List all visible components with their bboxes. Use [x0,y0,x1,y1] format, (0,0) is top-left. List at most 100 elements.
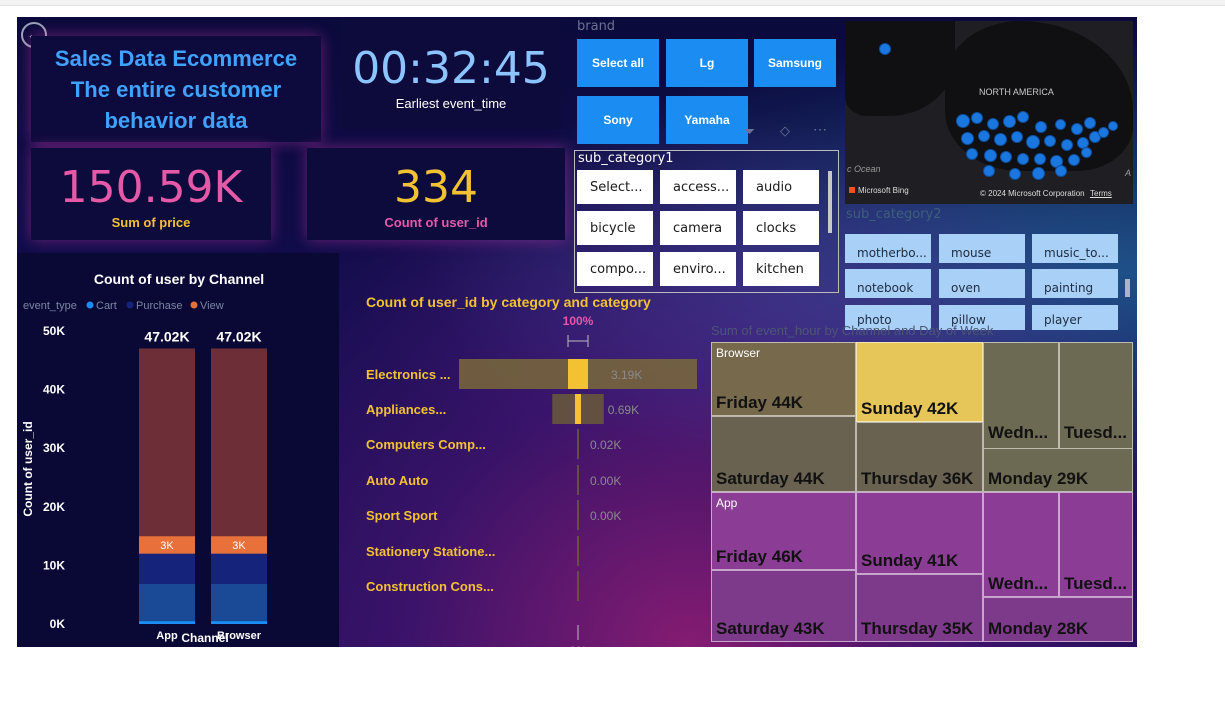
funnel-highlight [575,394,581,424]
map-location-dot[interactable] [1011,131,1023,143]
funnel-value-label: 0.02K [590,438,621,452]
report-title: Sales Data Ecommerce The entire customer… [54,45,298,133]
report-canvas: ← Sales Data Ecommerce The entire custom… [17,17,1137,647]
filter-icon[interactable]: ⏷ [744,123,755,140]
map-location-dot[interactable] [1002,114,1016,128]
funnel-chart[interactable]: 100% Electronics ... 3.19K Appliances... 0.6… [357,312,717,647]
funnel-bar [577,429,579,459]
map-location-dot[interactable] [971,112,983,124]
view-data-label: 3K [232,540,246,552]
sub1-scrollbar[interactable] [828,171,832,233]
sub1-item[interactable]: Select... [577,170,653,204]
funnel-category-label: Sport Sport [366,508,438,523]
sub2-item[interactable]: mouse [939,234,1025,263]
sub2-item[interactable]: painting [1032,269,1118,298]
browser-top-bar [0,0,1225,6]
map-location-dot[interactable] [879,43,891,55]
sub1-item[interactable]: enviro... [660,252,736,286]
map-location-dot[interactable] [978,130,990,142]
map-location-dot[interactable] [1017,153,1029,165]
sub1-item[interactable]: audio [743,170,819,204]
funnel-category-label: Auto Auto [366,473,428,488]
map-location-dot[interactable] [1068,154,1080,166]
treemap-cell[interactable]: Wedn... [983,492,1059,597]
map-location-dot[interactable] [1000,151,1012,163]
map-location-dot[interactable] [983,165,995,177]
treemap-visual[interactable]: Browser Friday 44K Sunday 42K Wedn... Tu… [711,342,1133,642]
sub1-item[interactable]: clocks [743,211,819,245]
map-location-dot[interactable] [1034,153,1046,165]
map-location-dot[interactable] [1026,135,1040,149]
treemap-cell[interactable]: Tuesd... [1059,492,1133,597]
map-location-dot[interactable] [1071,123,1083,135]
treemap-cell[interactable]: Sunday 41K [856,492,983,574]
brand-yamaha-button[interactable]: Yamaha [666,96,748,144]
funnel-category-label: Construction Cons... [366,579,494,594]
funnel-category-label: Appliances... [366,402,446,417]
sub2-item[interactable]: notebook [845,269,931,298]
map-location-dot[interactable] [1084,117,1096,129]
funnel-value-label: 0.69K [608,403,639,417]
map-location-dot[interactable] [960,131,974,145]
bar-segment [211,553,267,585]
map-location-dot[interactable] [1097,126,1109,138]
map-location-dot[interactable] [1055,165,1067,177]
bar-segment [211,621,267,624]
sub2-item[interactable]: player [1032,305,1118,330]
sub2-scrollbar[interactable] [1125,279,1130,297]
map-visual[interactable]: NORTH AMERICA c Ocean A Microsoft Bing ©… [845,21,1133,204]
sub2-item[interactable]: motherbo... [845,234,931,263]
treemap-cell[interactable]: Sunday 42K [856,342,983,422]
map-location-dot[interactable] [966,148,978,160]
brand-sony-button[interactable]: Sony [577,96,659,144]
treemap-cell[interactable]: Thursday 35K [856,574,983,642]
y-tick-label: 40K [43,383,65,397]
treemap-cell[interactable]: Browser Friday 44K [711,342,856,416]
map-location-dot[interactable] [983,148,997,162]
map-location-dot[interactable] [1035,121,1047,133]
channel-bars: 3K47.02KApp3K47.02KBrowser [139,328,267,642]
channel-chart[interactable]: Count of user by Channel event_type Cart… [17,253,339,647]
map-location-dot[interactable] [1044,135,1056,147]
map-location-dot[interactable] [987,118,999,130]
treemap-cell[interactable]: Thursday 36K [856,422,983,492]
bar-segment [139,553,195,585]
earliest-time-card: 00:32:45 Earliest event_time [341,19,561,129]
brand-samsung-button[interactable]: Samsung [754,39,836,87]
bar-segment [139,348,195,537]
map-terms-link[interactable]: Terms [1090,189,1112,198]
treemap-title: Sum of event_hour by Channel and Day of … [711,323,994,338]
focus-mode-icon[interactable]: ◇ [780,123,790,139]
y-tick-label: 30K [43,441,65,455]
treemap-cell[interactable]: Monday 29K [983,448,1133,492]
brand-lg-button[interactable]: Lg [666,39,748,87]
sub2-item[interactable]: music_to... [1032,234,1118,263]
funnel-bar [577,536,579,566]
channel-chart-title: Count of user by Channel [94,271,264,287]
map-location-dot[interactable] [1108,121,1118,131]
sub1-item[interactable]: camera [660,211,736,245]
funnel-highlight [568,359,588,389]
channel-chart-panel: Count of user by Channel event_type Cart… [17,253,339,647]
treemap-cell[interactable]: App Friday 46K [711,492,856,570]
sub1-item[interactable]: access... [660,170,736,204]
map-label-a: A [1125,168,1132,178]
treemap-cell[interactable]: Saturday 43K [711,570,856,642]
legend-dot [190,301,198,309]
map-location-dot[interactable] [1061,139,1073,151]
sub1-item[interactable]: kitchen [743,252,819,286]
sub1-item[interactable]: compo... [577,252,653,286]
brand-select-all-button[interactable]: Select all [577,39,659,87]
sub1-item[interactable]: bicycle [577,211,653,245]
more-options-icon[interactable]: ⋯ [813,121,827,138]
map-location-dot[interactable] [1031,166,1045,180]
map-location-dot[interactable] [1009,168,1021,180]
map-location-dot[interactable] [1017,111,1029,123]
treemap-cell[interactable]: Monday 28K [983,597,1133,642]
map-location-dot[interactable] [993,132,1007,146]
map-location-dot[interactable] [1080,146,1092,158]
treemap-cell[interactable]: Saturday 44K [711,416,856,492]
map-location-dot[interactable] [956,114,970,128]
sub2-item[interactable]: oven [939,269,1025,298]
map-location-dot[interactable] [1054,118,1066,130]
